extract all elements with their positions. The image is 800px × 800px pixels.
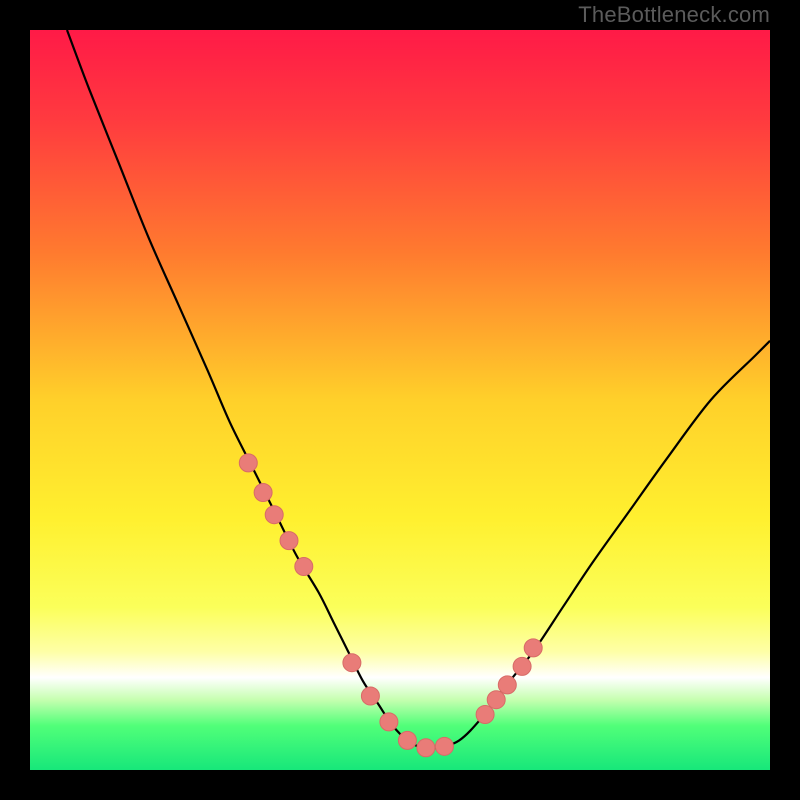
marker-dot: [239, 454, 257, 472]
chart-svg: [30, 30, 770, 770]
marker-dot: [380, 713, 398, 731]
marker-dot: [435, 737, 453, 755]
marker-dot: [361, 687, 379, 705]
marker-dot: [398, 731, 416, 749]
plot-area: [30, 30, 770, 770]
marker-dot: [498, 676, 516, 694]
gradient-background: [30, 30, 770, 770]
marker-dot: [524, 639, 542, 657]
marker-dot: [265, 506, 283, 524]
marker-dot: [295, 558, 313, 576]
marker-dot: [254, 484, 272, 502]
watermark-text: TheBottleneck.com: [578, 2, 770, 28]
marker-dot: [280, 532, 298, 550]
marker-dot: [476, 706, 494, 724]
marker-dot: [513, 657, 531, 675]
outer-frame: TheBottleneck.com: [0, 0, 800, 800]
marker-dot: [343, 654, 361, 672]
marker-dot: [487, 691, 505, 709]
marker-dot: [417, 739, 435, 757]
